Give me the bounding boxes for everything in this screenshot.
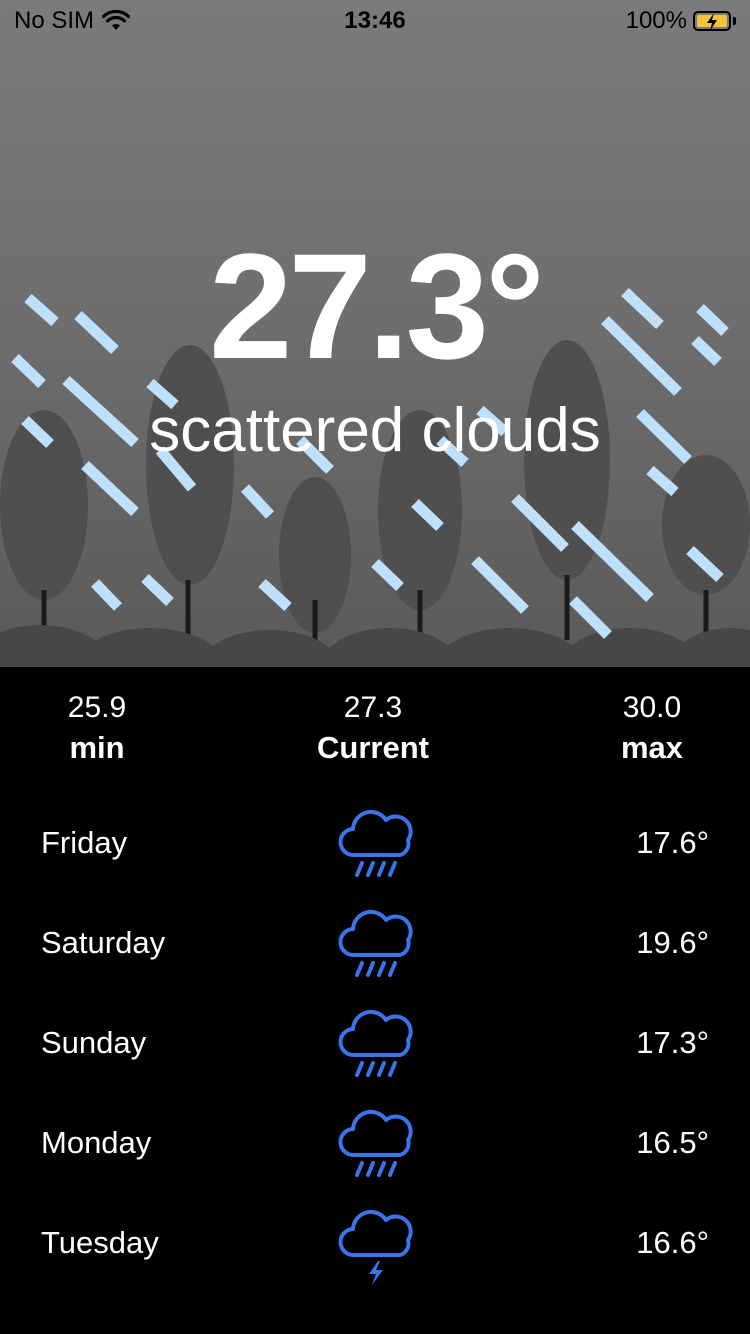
weather-hero: No SIM 13:46 100% 27.3° scattered clouds	[0, 0, 750, 666]
forecast-row-monday: Monday 16.5°	[0, 1095, 750, 1195]
current-value: 27.3	[343, 691, 403, 724]
forecast-row-sunday: Sunday 17.3°	[0, 995, 750, 1095]
status-bar: No SIM 13:46 100%	[0, 0, 750, 40]
weather-description: scattered clouds	[149, 396, 601, 465]
current-label: Current	[317, 730, 429, 765]
min-label: min	[69, 730, 125, 765]
forecast-temperature: 16.5°	[636, 1125, 709, 1160]
current-temperature-summary: 27.3 Current	[273, 689, 473, 769]
forecast-row-saturday: Saturday 19.6°	[0, 895, 750, 995]
max-value: 30.0	[622, 691, 682, 724]
min-value: 25.9	[67, 691, 127, 724]
forecast-temperature: 19.6°	[636, 925, 709, 960]
forecast-temperature: 17.3°	[636, 1025, 709, 1060]
forecast-temperature: 16.6°	[636, 1225, 709, 1260]
forecast-row-friday: Friday 17.6°	[0, 795, 750, 895]
forecast-row-tuesday: Tuesday 16.6°	[0, 1195, 750, 1295]
forecast-temperature: 17.6°	[636, 825, 709, 860]
max-temperature: 30.0 max	[552, 689, 750, 769]
battery-icon	[693, 11, 731, 31]
current-temperature: 27.3°	[209, 222, 545, 390]
temperature-summary: 25.9 min 27.3 Current 30.0 max	[0, 666, 750, 777]
min-temperature: 25.9 min	[0, 689, 197, 769]
forecast-day: Tuesday	[41, 1225, 159, 1260]
charging-bolt-icon	[707, 13, 717, 31]
forecast-day: Sunday	[41, 1025, 147, 1060]
cloud-lightning-icon	[338, 1209, 413, 1285]
battery-percentage: 100%	[625, 7, 687, 34]
cloud-rain-icon	[338, 909, 413, 977]
forecast-day: Monday	[41, 1125, 152, 1160]
max-label: max	[620, 730, 684, 765]
forecast-day: Saturday	[41, 925, 166, 960]
cloud-rain-icon	[338, 1009, 413, 1077]
cloud-rain-icon	[338, 1109, 413, 1177]
forecast-day: Friday	[41, 825, 128, 860]
cloud-rain-icon	[338, 809, 413, 877]
